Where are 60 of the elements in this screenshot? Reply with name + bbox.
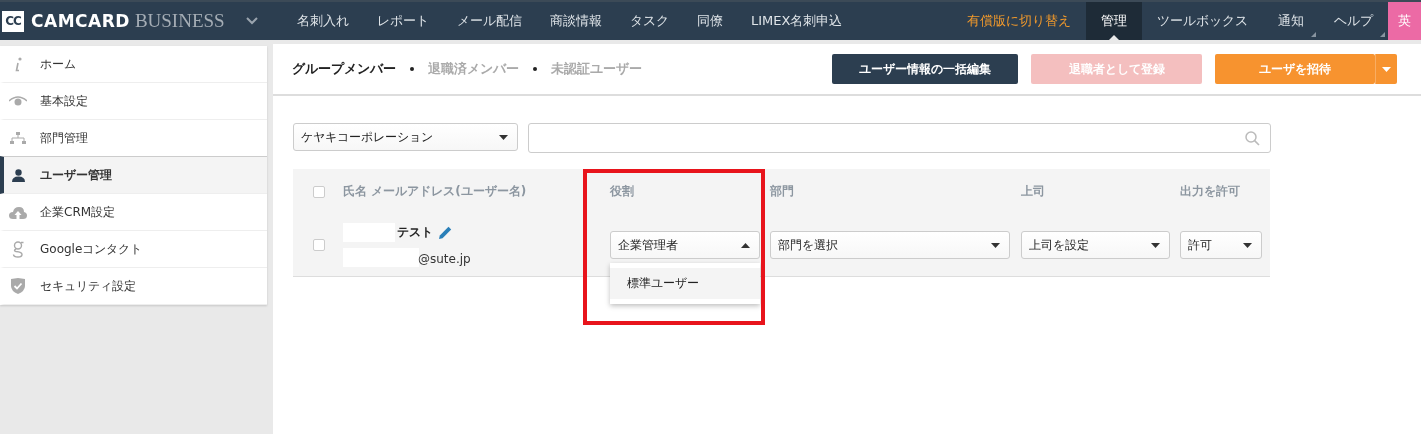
caret-icon [499, 134, 508, 140]
column-header: 出力を許可 [1180, 184, 1240, 198]
nav-link[interactable]: レポート [363, 2, 443, 40]
nav-link[interactable]: 名刺入れ [283, 2, 363, 40]
nav-link[interactable]: 同僚 [683, 2, 737, 40]
export-select[interactable]: 許可 [1180, 231, 1262, 259]
pencil-icon[interactable] [439, 226, 452, 239]
column-header: 氏名 メールアドレス(ユーザー名) [343, 184, 527, 198]
nav-tab[interactable]: ツールボックス [1142, 2, 1263, 40]
nav-menu[interactable]: 通知 [1263, 2, 1319, 40]
dropdown-toggle[interactable] [1375, 54, 1397, 84]
menu-option[interactable]: 標準ユーザー [610, 268, 760, 299]
column-header: 役割 [610, 184, 634, 198]
tab[interactable]: グループメンバー [292, 60, 396, 78]
caret-icon [991, 242, 1000, 248]
person-icon [11, 168, 25, 182]
google-icon [12, 240, 24, 258]
cloud-upload-icon [9, 205, 27, 219]
info-icon [14, 56, 22, 72]
sidebar-item[interactable]: ユーザー管理 [0, 156, 267, 194]
search-icon [1245, 130, 1260, 146]
nav-link[interactable]: 商談情報 [536, 2, 616, 40]
nav-menu[interactable]: ヘルプ [1319, 2, 1388, 40]
nav-link[interactable]: LIMEX名刺申込 [737, 2, 857, 40]
user-email: @sute.jp [418, 251, 471, 267]
separator-dot [533, 67, 537, 71]
nav-link[interactable]: メール配信 [443, 2, 536, 40]
column-header: 上司 [1021, 184, 1045, 198]
search-field[interactable] [528, 123, 1271, 153]
caret-icon [741, 242, 750, 248]
sidebar-item[interactable]: 基本設定 [0, 83, 267, 120]
nav-link[interactable]: タスク [616, 2, 683, 40]
department-select[interactable]: 部門を選択 [770, 231, 1010, 259]
logo-badge: CC [2, 10, 24, 32]
corner-icon [1380, 32, 1385, 37]
action-button[interactable]: ユーザー情報の一括編集 [832, 54, 1018, 84]
company-select[interactable]: ケヤキコーポレーション [293, 123, 518, 151]
shield-icon [11, 278, 25, 294]
chevron-icon[interactable] [245, 17, 258, 25]
logo-suffix: BUSINESS [134, 10, 225, 32]
checkbox[interactable] [313, 185, 325, 198]
sidebar-item[interactable]: セキュリティ設定 [0, 268, 267, 305]
caret-icon [1151, 242, 1160, 248]
logo-text: CAMCARD [31, 11, 130, 31]
corner-icon [1311, 32, 1316, 37]
separator-dot [410, 67, 414, 71]
sidebar-item[interactable]: 企業CRM設定 [0, 194, 267, 231]
caret-icon [1243, 242, 1252, 248]
sidebar-item[interactable]: Googleコンタクト [0, 231, 267, 268]
eye-icon [9, 96, 27, 106]
hierarchy-icon [10, 131, 26, 145]
upgrade-link[interactable]: 有償版に切り替え [952, 2, 1086, 40]
role-select[interactable]: 企業管理者 [610, 231, 760, 259]
user-name: テスト [397, 224, 433, 241]
checkbox[interactable] [313, 239, 325, 251]
manager-select[interactable]: 上司を設定 [1021, 231, 1170, 259]
sidebar-item[interactable]: ホーム [0, 46, 267, 83]
caret-icon [1382, 66, 1391, 72]
column-header: 部門 [770, 184, 794, 198]
nav-tab[interactable]: 管理 [1086, 2, 1142, 40]
